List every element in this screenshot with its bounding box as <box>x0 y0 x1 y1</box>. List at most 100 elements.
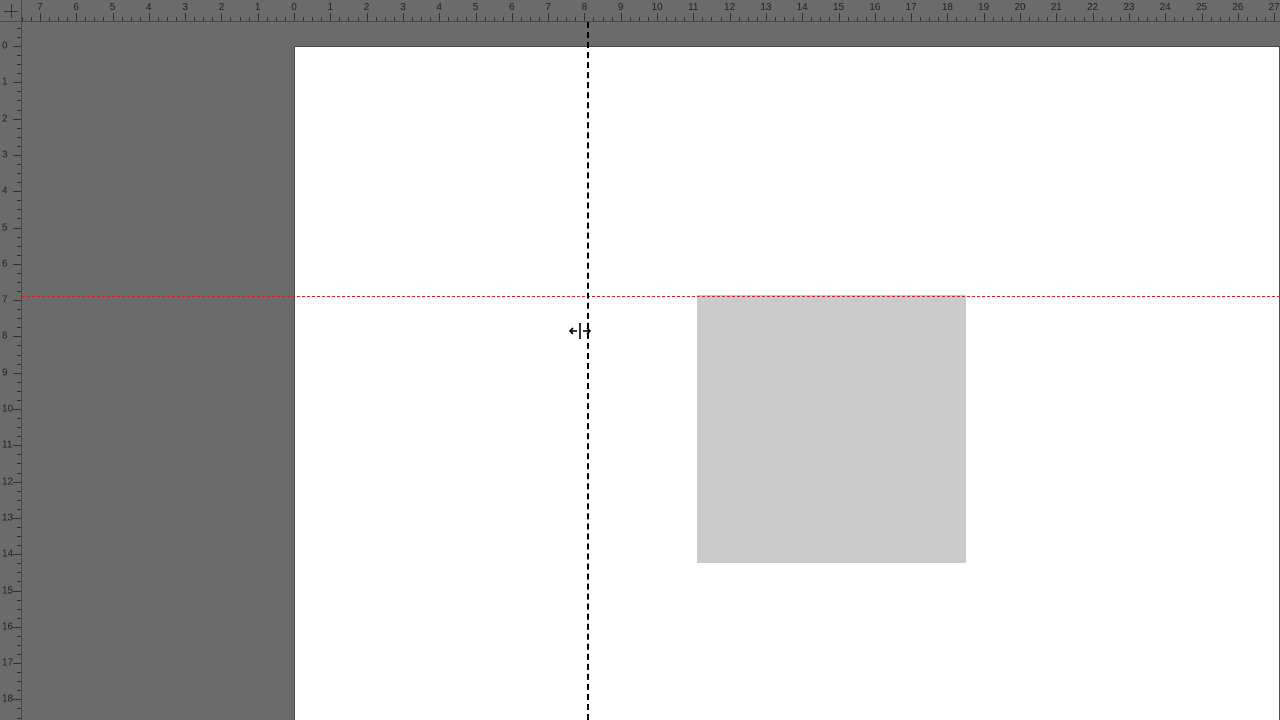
v-ruler-minor-tick <box>17 273 21 274</box>
v-ruler-minor-tick <box>17 436 21 437</box>
h-ruler-minor-tick <box>1156 17 1157 21</box>
h-ruler-label: 2 <box>219 2 225 13</box>
h-ruler-minor-tick <box>630 17 631 21</box>
h-ruler-minor-tick <box>1174 17 1175 21</box>
h-ruler-label: 7 <box>545 2 551 13</box>
v-ruler-minor-tick <box>17 636 21 637</box>
h-ruler-minor-tick <box>194 17 195 21</box>
h-ruler-label: 9 <box>618 2 624 13</box>
h-ruler-minor-tick <box>1002 17 1003 21</box>
h-ruler-minor-tick <box>675 17 676 21</box>
h-ruler-tick <box>875 13 876 21</box>
v-ruler-tick <box>13 409 21 410</box>
v-ruler-minor-tick <box>17 382 21 383</box>
h-ruler-minor-tick <box>1029 17 1030 21</box>
h-ruler-minor-tick <box>167 17 168 21</box>
h-ruler-label: 2 <box>364 2 370 13</box>
h-ruler-tick <box>40 13 41 21</box>
v-ruler-minor-tick <box>17 28 21 29</box>
h-ruler-tick <box>548 13 549 21</box>
v-ruler-minor-tick <box>17 708 21 709</box>
h-ruler-minor-tick <box>276 17 277 21</box>
v-ruler-label: 11 <box>2 440 12 451</box>
v-ruler-minor-tick <box>17 246 21 247</box>
h-ruler-minor-tick <box>748 17 749 21</box>
h-ruler-minor-tick <box>739 17 740 21</box>
h-ruler-minor-tick <box>103 17 104 21</box>
h-ruler-minor-tick <box>58 17 59 21</box>
v-ruler-minor-tick <box>17 690 21 691</box>
v-ruler-tick <box>13 554 21 555</box>
h-ruler-minor-tick <box>1183 17 1184 21</box>
v-ruler-tick <box>13 46 21 47</box>
v-ruler-minor-tick <box>17 64 21 65</box>
h-ruler-label: 5 <box>110 2 116 13</box>
horizontal-ruler[interactable]: 8765432101234567891011121314151617181920… <box>22 0 1280 22</box>
h-ruler-tick <box>1093 13 1094 21</box>
h-ruler-minor-tick <box>648 17 649 21</box>
h-ruler-minor-tick <box>1247 17 1248 21</box>
h-ruler-minor-tick <box>94 17 95 21</box>
h-ruler-minor-tick <box>412 17 413 21</box>
v-ruler-minor-tick <box>17 345 21 346</box>
h-ruler-label: 10 <box>651 2 662 13</box>
h-ruler-minor-tick <box>49 17 50 21</box>
h-ruler-minor-tick <box>893 17 894 21</box>
h-ruler-tick <box>621 13 622 21</box>
v-ruler-minor-tick <box>17 291 21 292</box>
v-ruler-minor-tick <box>17 463 21 464</box>
v-ruler-minor-tick <box>17 128 21 129</box>
v-ruler-minor-tick <box>17 563 21 564</box>
h-ruler-minor-tick <box>848 17 849 21</box>
h-ruler-minor-tick <box>666 17 667 21</box>
vertical-snap-line[interactable] <box>587 22 589 720</box>
vertical-ruler[interactable]: 1012345678910111213141516171819 <box>0 22 22 720</box>
h-ruler-minor-tick <box>385 17 386 21</box>
h-ruler-label: 22 <box>1087 2 1098 13</box>
v-ruler-minor-tick <box>17 327 21 328</box>
h-ruler-tick <box>512 13 513 21</box>
v-ruler-label: 7 <box>2 295 8 306</box>
h-ruler-tick <box>185 13 186 21</box>
h-ruler-tick <box>476 13 477 21</box>
h-ruler-tick <box>439 13 440 21</box>
h-ruler-label: 3 <box>182 2 188 13</box>
h-ruler-tick <box>367 13 368 21</box>
shape-rectangle[interactable] <box>697 295 966 564</box>
h-ruler-tick <box>1238 13 1239 21</box>
v-ruler-minor-tick <box>17 454 21 455</box>
v-ruler-label: 18 <box>2 694 13 705</box>
horizontal-snap-line[interactable] <box>22 296 1280 297</box>
h-ruler-minor-tick <box>448 17 449 21</box>
v-ruler-minor-tick <box>17 255 21 256</box>
h-ruler-minor-tick <box>975 17 976 21</box>
h-ruler-label: 5 <box>473 2 479 13</box>
h-ruler-tick <box>1202 13 1203 21</box>
v-ruler-minor-tick <box>17 73 21 74</box>
v-ruler-minor-tick <box>17 545 21 546</box>
v-ruler-label: 3 <box>2 149 8 160</box>
h-ruler-minor-tick <box>593 17 594 21</box>
v-ruler-tick <box>13 119 21 120</box>
workspace[interactable] <box>22 22 1280 720</box>
v-ruler-label: 15 <box>2 585 13 596</box>
v-ruler-tick <box>13 699 21 700</box>
h-ruler-label: 17 <box>906 2 917 13</box>
v-ruler-minor-tick <box>17 182 21 183</box>
h-ruler-minor-tick <box>902 17 903 21</box>
v-ruler-label: 14 <box>2 549 13 560</box>
h-ruler-minor-tick <box>131 17 132 21</box>
h-ruler-tick <box>984 13 985 21</box>
h-ruler-minor-tick <box>240 17 241 21</box>
v-ruler-tick <box>13 518 21 519</box>
v-ruler-minor-tick <box>17 355 21 356</box>
h-ruler-minor-tick <box>503 17 504 21</box>
h-ruler-minor-tick <box>22 17 23 21</box>
h-ruler-tick <box>947 13 948 21</box>
v-ruler-label: 13 <box>2 512 13 523</box>
h-ruler-label: 1 <box>255 2 261 13</box>
h-ruler-tick <box>911 13 912 21</box>
v-ruler-label: 8 <box>2 331 8 342</box>
ruler-origin-corner[interactable] <box>0 0 22 22</box>
h-ruler-label: 4 <box>436 2 442 13</box>
